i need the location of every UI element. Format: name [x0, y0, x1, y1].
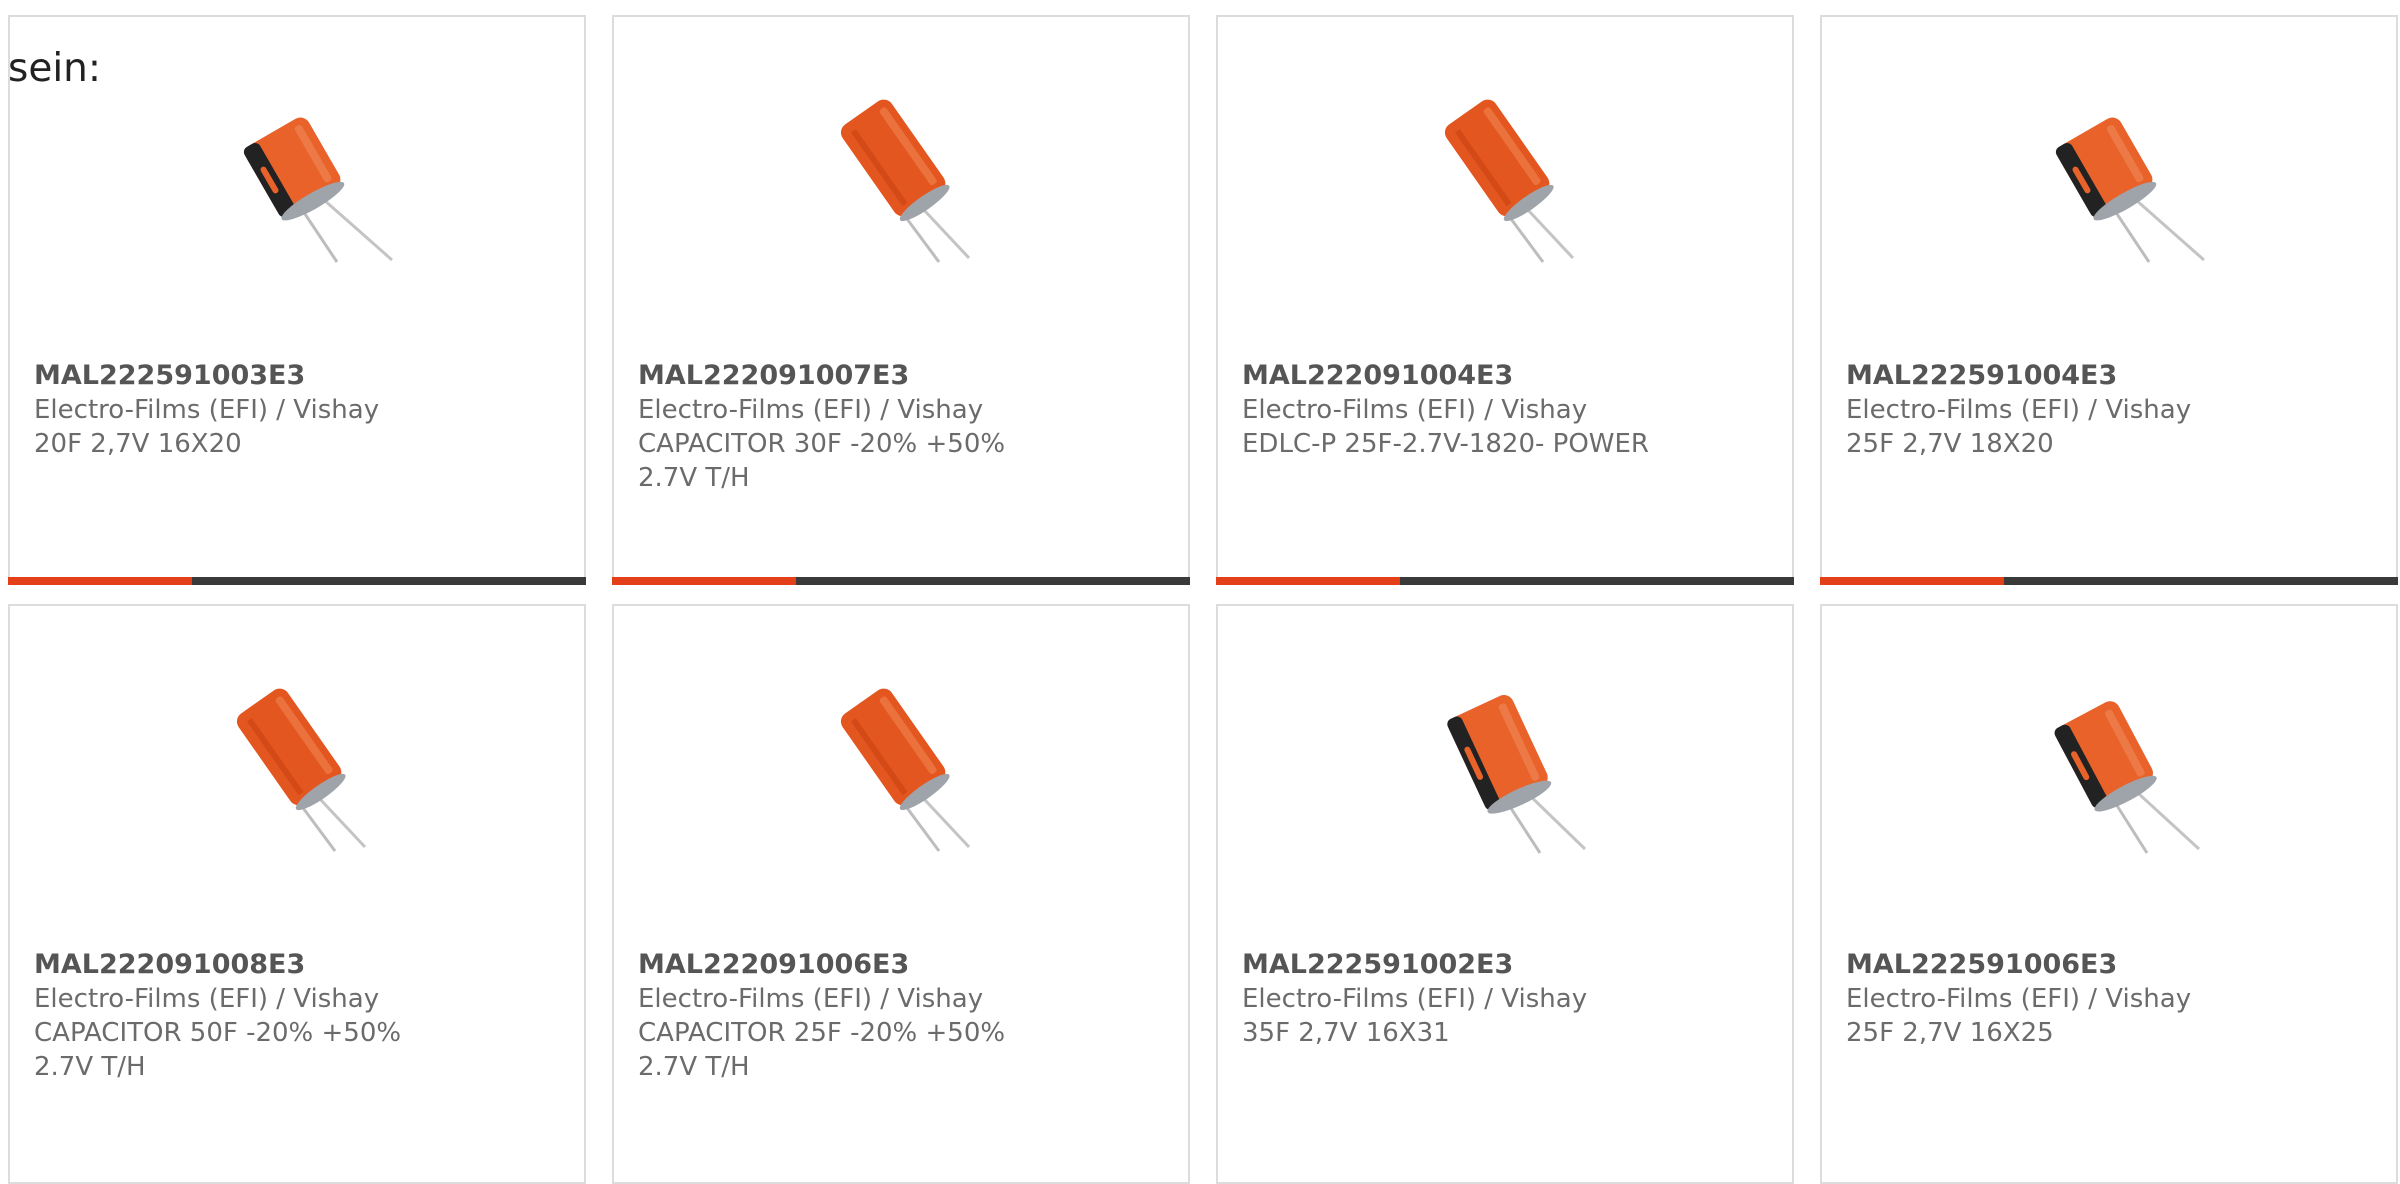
product-info: MAL222591006E3 Electro-Films (EFI) / Vis… [1846, 948, 2372, 1050]
product-description: 25F 2,7V 18X20 [1846, 429, 2054, 459]
capacitor-image[interactable] [2009, 671, 2209, 871]
product-card[interactable]: MAL222091007E3 Electro-Films (EFI) / Vis… [612, 15, 1190, 585]
product-grid: MAL222591003E3 Electro-Films (EFI) / Vis… [0, 0, 2400, 1184]
product-info: MAL222091007E3 Electro-Films (EFI) / Vis… [638, 359, 1164, 495]
manufacturer: Electro-Films (EFI) / Vishay [1846, 395, 2192, 425]
capacitor-image[interactable] [1405, 671, 1605, 871]
product-description: 35F 2,7V 16X31 [1242, 1018, 1450, 1048]
capacitor-image[interactable] [2009, 82, 2209, 282]
capacitor-image[interactable] [1405, 82, 1605, 282]
manufacturer: Electro-Films (EFI) / Vishay [34, 984, 380, 1014]
part-number[interactable]: MAL222591002E3 [1242, 948, 1768, 982]
part-number[interactable]: MAL222091004E3 [1242, 359, 1768, 393]
product-card[interactable]: MAL222091004E3 Electro-Films (EFI) / Vis… [1216, 15, 1794, 585]
part-number[interactable]: MAL222091008E3 [34, 948, 560, 982]
part-number[interactable]: MAL222091007E3 [638, 359, 1164, 393]
capacitor-image[interactable] [801, 82, 1001, 282]
product-description: 25F 2,7V 16X25 [1846, 1018, 2054, 1048]
manufacturer: Electro-Films (EFI) / Vishay [638, 984, 984, 1014]
product-info: MAL222091004E3 Electro-Films (EFI) / Vis… [1242, 359, 1768, 461]
product-card[interactable]: MAL222591002E3 Electro-Films (EFI) / Vis… [1216, 604, 1794, 1184]
manufacturer: Electro-Films (EFI) / Vishay [1846, 984, 2192, 1014]
product-description: EDLC-P 25F-2.7V-1820- POWER [1242, 429, 1649, 459]
card-accent-bar [612, 577, 1190, 585]
card-accent-bar [8, 577, 586, 585]
product-card[interactable]: MAL222591004E3 Electro-Films (EFI) / Vis… [1820, 15, 2398, 585]
manufacturer: Electro-Films (EFI) / Vishay [1242, 395, 1588, 425]
product-description: CAPACITOR 50F -20% +50% 2.7V T/H [34, 1018, 402, 1082]
product-card[interactable]: MAL222591006E3 Electro-Films (EFI) / Vis… [1820, 604, 2398, 1184]
part-number[interactable]: MAL222591003E3 [34, 359, 560, 393]
product-info: MAL222591004E3 Electro-Films (EFI) / Vis… [1846, 359, 2372, 461]
capacitor-image[interactable] [801, 671, 1001, 871]
product-card[interactable]: MAL222091008E3 Electro-Films (EFI) / Vis… [8, 604, 586, 1184]
part-number[interactable]: MAL222091006E3 [638, 948, 1164, 982]
product-info: MAL222591002E3 Electro-Films (EFI) / Vis… [1242, 948, 1768, 1050]
product-card[interactable]: MAL222091006E3 Electro-Films (EFI) / Vis… [612, 604, 1190, 1184]
product-card[interactable]: MAL222591003E3 Electro-Films (EFI) / Vis… [8, 15, 586, 585]
manufacturer: Electro-Films (EFI) / Vishay [638, 395, 984, 425]
product-description: 20F 2,7V 16X20 [34, 429, 242, 459]
card-accent-bar [1216, 577, 1794, 585]
product-info: MAL222091008E3 Electro-Films (EFI) / Vis… [34, 948, 560, 1084]
manufacturer: Electro-Films (EFI) / Vishay [34, 395, 380, 425]
manufacturer: Electro-Films (EFI) / Vishay [1242, 984, 1588, 1014]
product-description: CAPACITOR 25F -20% +50% 2.7V T/H [638, 1018, 1006, 1082]
intro-text: sein: [8, 46, 102, 91]
capacitor-image[interactable] [197, 82, 397, 282]
capacitor-image[interactable] [197, 671, 397, 871]
card-accent-bar [1820, 577, 2398, 585]
product-info: MAL222091006E3 Electro-Films (EFI) / Vis… [638, 948, 1164, 1084]
part-number[interactable]: MAL222591004E3 [1846, 359, 2372, 393]
part-number[interactable]: MAL222591006E3 [1846, 948, 2372, 982]
product-description: CAPACITOR 30F -20% +50% 2.7V T/H [638, 429, 1006, 493]
product-info: MAL222591003E3 Electro-Films (EFI) / Vis… [34, 359, 560, 461]
